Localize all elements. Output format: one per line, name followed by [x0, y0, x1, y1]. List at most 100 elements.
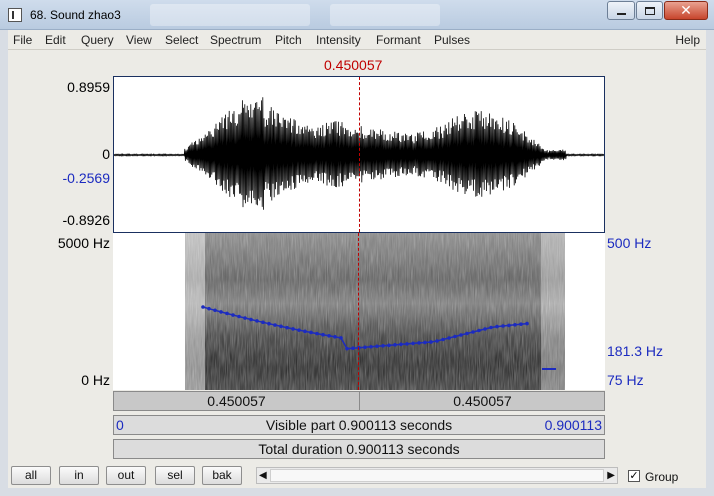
pitch-point	[399, 343, 403, 347]
background-window-tab	[330, 4, 440, 26]
pitch-point	[477, 329, 481, 333]
pitch-point	[267, 322, 271, 326]
waveform-zero-label: 0	[56, 146, 110, 162]
maximize-button[interactable]	[636, 1, 663, 20]
pitch-point	[471, 330, 475, 334]
pitch-point	[279, 325, 283, 329]
menu-pulses[interactable]: Pulses	[434, 33, 470, 47]
pitch-point	[231, 313, 235, 317]
minimize-icon	[617, 13, 626, 15]
pitch-point	[519, 322, 523, 326]
background-window-tab	[150, 4, 310, 26]
window-title: 68. Sound zhao3	[30, 8, 121, 22]
visible-end: 0.900113	[545, 417, 602, 433]
pitch-point	[345, 347, 349, 351]
spectrogram-texture	[185, 233, 565, 390]
menu-bar: File Edit Query View Select Spectrum Pit…	[8, 30, 706, 50]
close-button[interactable]: ✕	[664, 1, 708, 20]
app-icon	[8, 8, 22, 22]
menu-formant[interactable]: Formant	[376, 33, 421, 47]
pitch-point	[327, 334, 331, 338]
spectrogram-top-freq: 5000 Hz	[38, 235, 110, 251]
waveform-min-label: -0.8926	[48, 212, 110, 228]
pitch-point	[249, 318, 253, 322]
menu-select[interactable]: Select	[165, 33, 198, 47]
visible-part-label: Visible part 0.900113 seconds	[114, 417, 604, 433]
menu-view[interactable]: View	[126, 33, 152, 47]
pitch-point	[285, 326, 289, 330]
pitch-point	[339, 336, 343, 340]
group-checkbox[interactable]: ✓	[628, 470, 640, 482]
scroll-right-icon[interactable]: ▶	[607, 470, 615, 481]
pitch-point	[381, 344, 385, 348]
pitch-point	[453, 335, 457, 339]
menu-pitch[interactable]: Pitch	[275, 33, 302, 47]
pitch-point	[309, 331, 313, 335]
cursor-line	[359, 77, 360, 232]
total-duration-label: Total duration 0.900113 seconds	[258, 441, 459, 457]
out-button[interactable]: out	[106, 466, 146, 485]
pitch-point	[501, 324, 505, 328]
pitch-top-label: 500 Hz	[607, 235, 651, 251]
close-icon: ✕	[680, 4, 692, 18]
pitch-point	[387, 344, 391, 348]
pitch-point	[405, 342, 409, 346]
waveform-cursor-value: -0.2569	[48, 170, 110, 186]
pitch-point	[351, 346, 355, 350]
pitch-bottom-label: 75 Hz	[607, 372, 644, 388]
pitch-point	[423, 341, 427, 345]
scroll-left-icon[interactable]: ◀	[259, 470, 267, 481]
pitch-point	[243, 316, 247, 320]
time-right-segment[interactable]: 0.450057	[360, 392, 605, 410]
waveform-view[interactable]	[113, 76, 605, 233]
pitch-point	[363, 345, 367, 349]
pitch-point	[429, 340, 433, 344]
spectrogram-view[interactable]	[113, 233, 605, 390]
pitch-point	[393, 343, 397, 347]
maximize-icon	[645, 7, 655, 15]
group-label: Group	[645, 470, 678, 484]
sel-button[interactable]: sel	[155, 466, 195, 485]
time-scrollbar[interactable]: ◀ ▶	[256, 467, 618, 484]
menu-file[interactable]: File	[13, 33, 32, 47]
pitch-point	[237, 315, 241, 319]
pitch-point	[489, 326, 493, 330]
pitch-point	[447, 336, 451, 340]
pitch-point	[225, 312, 229, 316]
bak-button[interactable]: bak	[202, 466, 242, 485]
pitch-point	[321, 333, 325, 337]
total-duration-bar[interactable]: Total duration 0.900113 seconds	[113, 439, 605, 459]
pitch-point	[333, 335, 337, 339]
spectrogram-offset	[541, 233, 565, 390]
pitch-point	[483, 327, 487, 331]
visible-start: 0	[116, 417, 124, 433]
menu-intensity[interactable]: Intensity	[316, 33, 361, 47]
pitch-point	[369, 345, 373, 349]
time-left-segment[interactable]: 0.450057	[114, 392, 359, 410]
visible-part-bar[interactable]: Visible part 0.900113 seconds 0 0.900113	[113, 415, 605, 435]
spectrogram-plot	[113, 233, 605, 390]
menu-spectrum[interactable]: Spectrum	[210, 33, 261, 47]
in-button[interactable]: in	[59, 466, 99, 485]
pitch-point	[261, 321, 265, 325]
menu-edit[interactable]: Edit	[45, 33, 66, 47]
menu-query[interactable]: Query	[81, 33, 114, 47]
pitch-point	[273, 323, 277, 327]
all-button[interactable]: all	[11, 466, 51, 485]
waveform-max-label: 0.8959	[56, 79, 110, 95]
cursor-time-bar[interactable]: 0.450057 0.450057	[113, 391, 605, 411]
menu-help[interactable]: Help	[675, 33, 700, 47]
scroll-thumb[interactable]	[270, 469, 604, 482]
pitch-point	[513, 323, 517, 327]
pitch-point	[291, 327, 295, 331]
pitch-point	[255, 319, 259, 323]
pitch-point	[525, 322, 529, 326]
sound-editor: File Edit Query View Select Spectrum Pit…	[8, 30, 706, 488]
pitch-point	[507, 324, 511, 328]
pitch-point	[219, 310, 223, 314]
pitch-point	[459, 333, 463, 337]
minimize-button[interactable]	[607, 1, 635, 20]
pitch-point	[207, 307, 211, 311]
pitch-cursor-label: 181.3 Hz	[607, 343, 663, 359]
pitch-point	[201, 305, 205, 309]
